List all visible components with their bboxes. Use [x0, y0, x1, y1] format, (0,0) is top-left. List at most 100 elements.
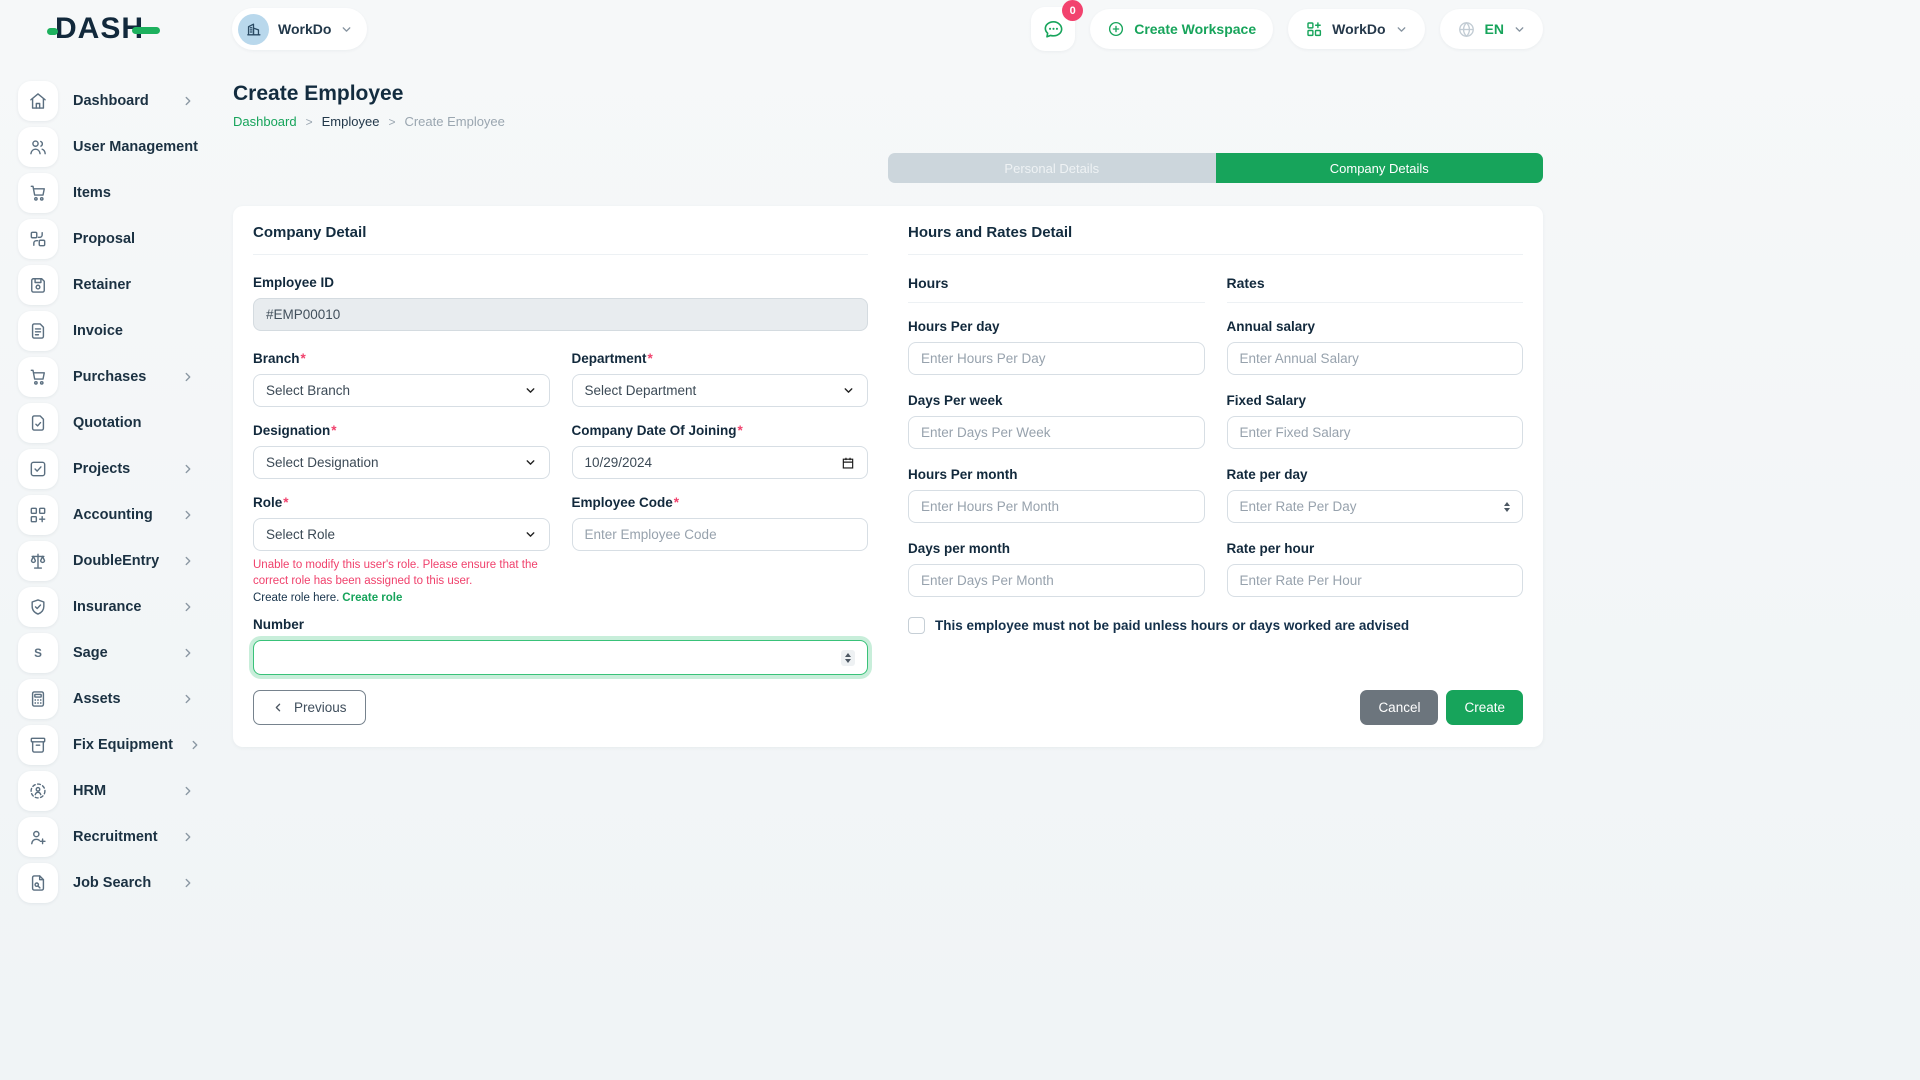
apps-menu-button[interactable]: WorkDo	[1288, 9, 1424, 49]
field-placeholder: Enter Fixed Salary	[1240, 425, 1351, 440]
designation-select[interactable]: Select Designation	[253, 446, 550, 479]
sidebar-item-projects[interactable]: Projects	[18, 446, 195, 492]
apps-menu-label: WorkDo	[1332, 21, 1385, 37]
fixed-salary-input[interactable]: Enter Fixed Salary	[1227, 416, 1524, 449]
rates-fields: Annual salaryEnter Annual SalaryFixed Sa…	[1227, 319, 1524, 597]
rate-per-day-input[interactable]: Enter Rate Per Day	[1227, 490, 1524, 523]
sidebar-item-purchases[interactable]: Purchases	[18, 354, 195, 400]
sidebar-item-quotation[interactable]: Quotation	[18, 400, 195, 446]
breadcrumb-link-dashboard[interactable]: Dashboard	[233, 114, 297, 129]
sidebar-item-assets[interactable]: Assets	[18, 676, 195, 722]
number-stepper[interactable]	[841, 650, 855, 666]
create-button[interactable]: Create	[1446, 690, 1523, 725]
required-marker: *	[331, 423, 336, 438]
sidebar-item-doubleentry[interactable]: DoubleEntry	[18, 538, 195, 584]
messages-button[interactable]: 0	[1031, 7, 1075, 51]
sidebar-item-insurance[interactable]: Insurance	[18, 584, 195, 630]
sidebar-item-label: DoubleEntry	[73, 553, 159, 569]
hours-per-day-input[interactable]: Enter Hours Per Day	[908, 342, 1205, 375]
language-selector[interactable]: EN	[1440, 9, 1543, 49]
rates-subheading: Rates	[1227, 275, 1524, 303]
number-group: Number	[253, 617, 868, 675]
cancel-button[interactable]: Cancel	[1360, 690, 1438, 725]
department-label: Department*	[572, 351, 869, 366]
scales-icon	[18, 541, 58, 581]
sidebar-item-retainer[interactable]: Retainer	[18, 262, 195, 308]
chevron-right-icon	[181, 692, 195, 706]
joining-date-label: Company Date Of Joining*	[572, 423, 869, 438]
sage-icon: S	[18, 633, 58, 673]
hours-per-month-input[interactable]: Enter Hours Per Month	[908, 490, 1205, 523]
sidebar-item-user-management[interactable]: User Management	[18, 124, 195, 170]
sidebar-item-hrm[interactable]: HRM	[18, 768, 195, 814]
required-marker: *	[674, 495, 679, 510]
dash-logo: DASH	[55, 14, 160, 44]
days-per-month-input[interactable]: Enter Days Per Month	[908, 564, 1205, 597]
role-select[interactable]: Select Role	[253, 518, 550, 551]
sidebar-item-fix-equipment[interactable]: Fix Equipment	[18, 722, 195, 768]
sidebar-item-accounting[interactable]: Accounting	[18, 492, 195, 538]
field-placeholder: Enter Rate Per Day	[1240, 499, 1357, 514]
employee-id-value: #EMP00010	[266, 307, 340, 322]
joining-date-input[interactable]: 10/29/2024	[572, 446, 869, 479]
chevron-right-icon	[181, 508, 195, 522]
user-plus-icon	[18, 817, 58, 857]
calculator-icon	[18, 679, 58, 719]
role-code-row: Role* Select Role Unable to modify this …	[253, 495, 868, 604]
users-icon	[18, 127, 58, 167]
field-placeholder: Enter Hours Per Month	[921, 499, 1059, 514]
field-label: Rate per day	[1227, 467, 1524, 482]
previous-button[interactable]: Previous	[253, 690, 366, 725]
sidebar-item-label: User Management	[73, 139, 198, 155]
employee-code-input[interactable]: Enter Employee Code	[572, 518, 869, 551]
hours-fields: Hours Per dayEnter Hours Per DayDays Per…	[908, 319, 1205, 597]
grid-plus-icon	[18, 495, 58, 535]
tab-personal-details[interactable]: Personal Details	[888, 153, 1216, 183]
role-label: Role*	[253, 495, 550, 510]
invoice-icon	[18, 311, 58, 351]
company-detail-section: Company Detail Employee ID #EMP00010 Bra…	[233, 206, 888, 747]
branch-label: Branch*	[253, 351, 550, 366]
no-pay-checkbox-label: This employee must not be paid unless ho…	[935, 618, 1409, 633]
cart-icon	[18, 357, 58, 397]
chevron-right-icon	[181, 784, 195, 798]
sidebar-item-items[interactable]: Items	[18, 170, 195, 216]
department-select[interactable]: Select Department	[572, 374, 869, 407]
calendar-icon[interactable]	[841, 456, 855, 470]
tab-company-details[interactable]: Company Details	[1216, 153, 1544, 183]
sidebar-item-job-search[interactable]: Job Search	[18, 860, 195, 906]
sidebar-item-sage[interactable]: SSage	[18, 630, 195, 676]
create-role-link[interactable]: Create role	[342, 592, 402, 604]
rate-per-hour-input[interactable]: Enter Rate Per Hour	[1227, 564, 1524, 597]
number-stepper-icon[interactable]	[1504, 502, 1510, 512]
job-search-icon	[18, 863, 58, 903]
create-employee-form-card: Company Detail Employee ID #EMP00010 Bra…	[233, 206, 1543, 747]
sidebar-item-dashboard[interactable]: Dashboard	[18, 78, 195, 124]
field-label: Hours Per day	[908, 319, 1205, 334]
branch-select[interactable]: Select Branch	[253, 374, 550, 407]
create-workspace-button[interactable]: Create Workspace	[1090, 9, 1273, 49]
days-per-week-input[interactable]: Enter Days Per Week	[908, 416, 1205, 449]
home-icon	[18, 81, 58, 121]
sidebar-item-label: Purchases	[73, 369, 146, 385]
chevron-right-icon	[181, 554, 195, 568]
sidebar-item-recruitment[interactable]: Recruitment	[18, 814, 195, 860]
number-input[interactable]	[253, 640, 868, 675]
annual-salary-input[interactable]: Enter Annual Salary	[1227, 342, 1524, 375]
header-actions: 0 Create Workspace WorkDo	[1031, 7, 1543, 51]
workspace-switcher[interactable]: WorkDo	[232, 8, 367, 50]
chevron-right-icon	[181, 646, 195, 660]
employee-code-placeholder: Enter Employee Code	[585, 527, 717, 542]
company-detail-heading: Company Detail	[253, 224, 868, 255]
field-hours-per-day: Hours Per day Enter Hours Per Day	[908, 319, 1205, 375]
field-placeholder: Enter Rate Per Hour	[1240, 573, 1362, 588]
grid-plus-icon	[1305, 20, 1323, 38]
sidebar-item-label: Job Search	[73, 875, 151, 891]
no-pay-checkbox[interactable]	[908, 617, 925, 634]
sidebar-item-label: Quotation	[73, 415, 141, 431]
page-title: Create Employee	[233, 82, 1543, 106]
sidebar-item-proposal[interactable]: Proposal	[18, 216, 195, 262]
sidebar-item-invoice[interactable]: Invoice	[18, 308, 195, 354]
chevron-right-icon	[181, 876, 195, 890]
chevron-right-icon	[181, 370, 195, 384]
